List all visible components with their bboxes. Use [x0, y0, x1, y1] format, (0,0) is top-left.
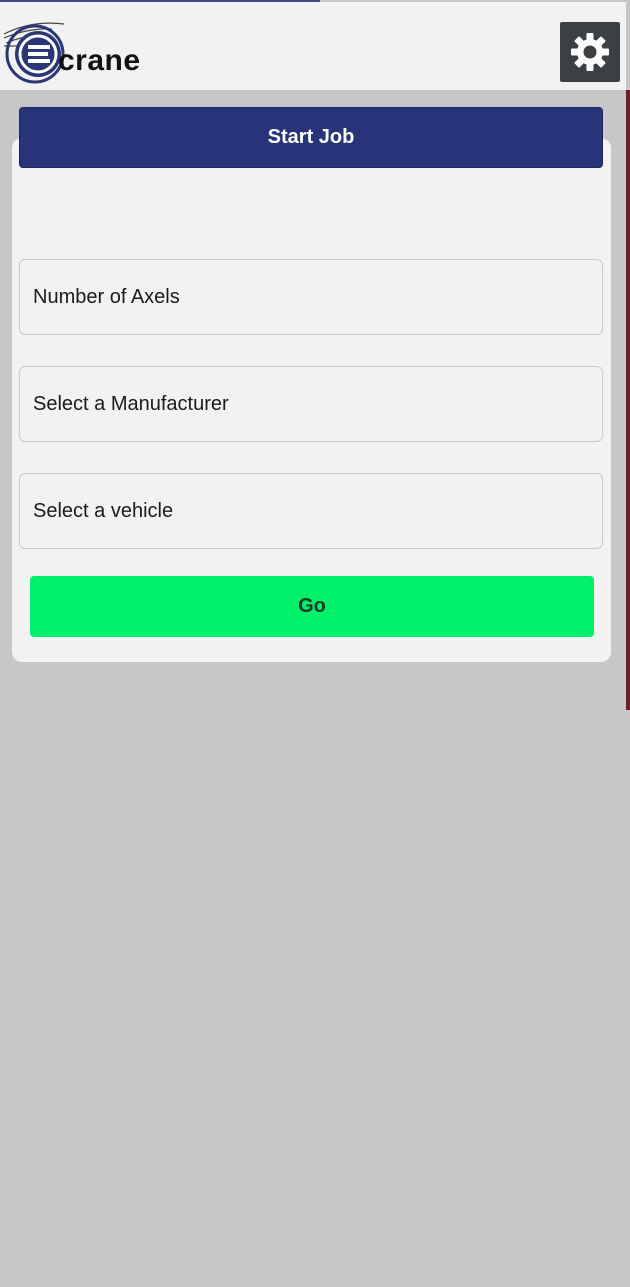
- logo-wordmark: crane: [58, 44, 141, 77]
- number-of-axels-field[interactable]: Number of Axels: [19, 259, 603, 335]
- ecrane-logo: crane: [2, 16, 162, 86]
- number-of-axels-label: Number of Axels: [33, 285, 180, 308]
- manufacturer-select-label: Select a Manufacturer: [33, 392, 229, 415]
- app-screen: crane Start Job Number of Axels Select a…: [0, 0, 630, 1287]
- manufacturer-select[interactable]: Select a Manufacturer: [19, 366, 603, 442]
- gear-icon: [571, 33, 609, 71]
- right-edge-strip: [626, 90, 630, 710]
- app-header: crane: [0, 2, 626, 90]
- settings-button[interactable]: [560, 22, 620, 82]
- vehicle-select-label: Select a vehicle: [33, 499, 174, 522]
- go-button[interactable]: Go: [30, 576, 594, 637]
- vehicle-select[interactable]: Select a vehicle: [19, 473, 603, 549]
- start-job-button[interactable]: Start Job: [19, 107, 603, 168]
